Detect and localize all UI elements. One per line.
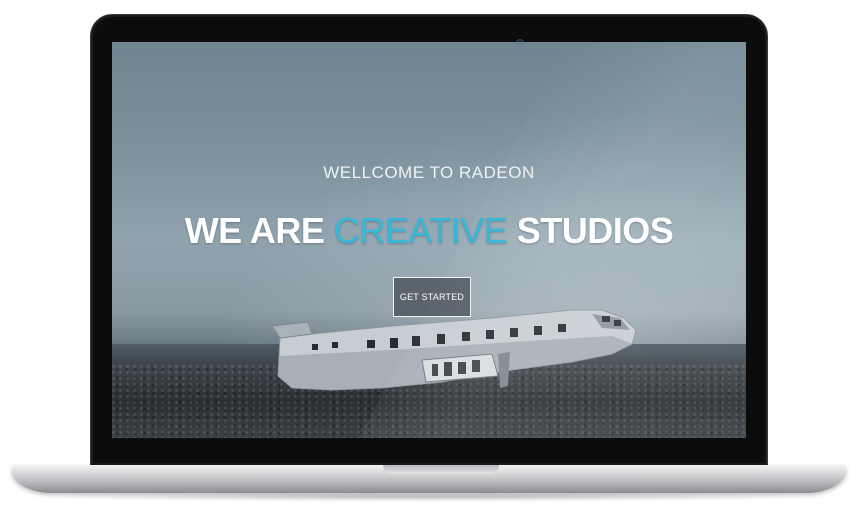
headline-accent: CREATIVE	[333, 210, 508, 251]
get-started-button[interactable]: GET STARTED	[393, 277, 471, 317]
laptop-notch	[383, 465, 499, 474]
hero-headline: WE ARE CREATIVE STUDIOS	[112, 210, 746, 252]
laptop-base	[12, 465, 846, 493]
laptop-shadow	[30, 492, 828, 502]
headline-prefix: WE ARE	[184, 210, 325, 251]
headline-suffix: STUDIOS	[516, 210, 674, 251]
welcome-text: WELLCOME TO RADEON	[323, 163, 535, 182]
laptop-screen: WELLCOME TO RADEON WE ARE CREATIVE STUDI…	[112, 42, 746, 438]
